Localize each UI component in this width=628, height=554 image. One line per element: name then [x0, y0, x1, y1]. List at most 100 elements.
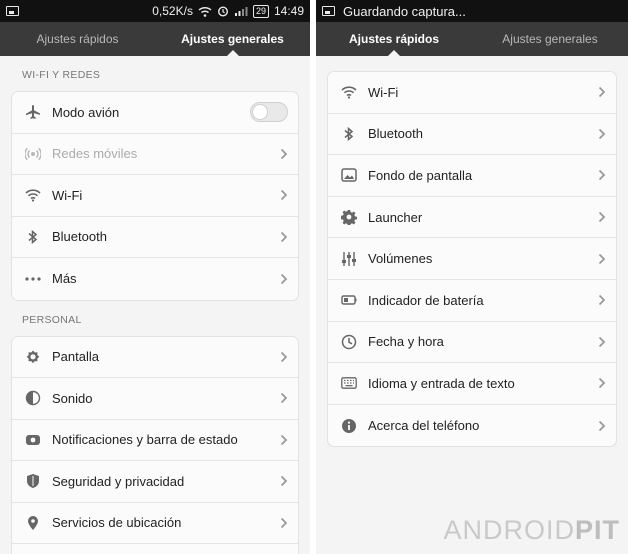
quick-item-date-time[interactable]: Fecha y hora	[328, 322, 616, 364]
quick-item-about-phone[interactable]: Acerca del teléfono	[328, 405, 616, 447]
chevron-right-icon	[598, 295, 606, 306]
quick-item-label: Launcher	[368, 209, 423, 225]
chevron-right-icon	[598, 336, 606, 347]
quick-settings-list: Wi-Fi Bluetooth Fondo de pantalla Launch…	[327, 71, 617, 448]
alarm-icon	[217, 6, 228, 17]
settings-item-label: Pantalla	[52, 349, 99, 365]
quick-item-label: Volúmenes	[368, 251, 433, 267]
status-bar: Guardando captura...	[316, 0, 628, 22]
quick-item-label: Fecha y hora	[368, 334, 444, 350]
network-speed: 0,52K/s	[152, 4, 193, 18]
quick-item-label: Idioma y entrada de texto	[368, 375, 515, 391]
battery-level: 29	[252, 4, 269, 18]
quick-item-wallpaper[interactable]: Fondo de pantalla	[328, 155, 616, 197]
settings-item-label: Redes móviles	[52, 146, 138, 162]
toggle-knob	[252, 104, 268, 121]
settings-item-wifi[interactable]: Wi-Fi	[12, 175, 298, 217]
chevron-right-icon	[598, 211, 606, 223]
left-screen: 0,52K/s 29 14:49 Ajustes rápidos Ajustes…	[0, 0, 310, 554]
settings-item-label: Notificaciones y barra de estado	[52, 432, 238, 448]
notification-icon	[24, 431, 42, 449]
tab-general-settings[interactable]: Ajustes generales	[472, 22, 628, 56]
wifi-icon	[340, 83, 358, 101]
settings-item-more[interactable]: Más	[12, 258, 298, 300]
wifi-status-icon	[198, 6, 212, 17]
tab-quick-settings[interactable]: Ajustes rápidos	[316, 22, 472, 56]
watermark-part1: ANDROID	[443, 515, 575, 545]
chevron-right-icon	[280, 434, 288, 445]
battery-icon	[340, 291, 358, 309]
bluetooth-icon	[340, 125, 358, 143]
chevron-right-icon	[280, 231, 288, 242]
wifi-networks-list: Modo avión Redes móviles Wi-Fi Bluetooth…	[11, 91, 299, 301]
quick-item-bluetooth[interactable]: Bluetooth	[328, 114, 616, 156]
shield-icon	[24, 472, 42, 490]
settings-tabs: Ajustes rápidos Ajustes generales	[316, 22, 628, 56]
clock-icon	[340, 333, 358, 351]
chevron-right-icon	[598, 128, 606, 140]
chevron-right-icon	[598, 170, 606, 181]
speaker-icon	[24, 389, 42, 407]
clock: 14:49	[273, 4, 304, 18]
chevron-right-icon	[598, 378, 606, 389]
settings-item-display[interactable]: Pantalla	[12, 337, 298, 378]
settings-item-security[interactable]: Seguridad y privacidad	[12, 461, 298, 503]
quick-item-label: Acerca del teléfono	[368, 418, 480, 434]
quick-item-language-input[interactable]: Idioma y entrada de texto	[328, 363, 616, 405]
chevron-right-icon	[280, 393, 288, 404]
settings-item-label: Modo avión	[52, 104, 120, 120]
tab-quick-settings[interactable]: Ajustes rápidos	[0, 22, 155, 56]
quick-item-label: Fondo de pantalla	[368, 167, 473, 183]
tab-general-settings[interactable]: Ajustes generales	[155, 22, 310, 56]
settings-item-label: Más	[52, 271, 77, 287]
quick-item-label: Wi-Fi	[368, 84, 399, 100]
settings-item-label: Wi-Fi	[52, 187, 83, 203]
brightness-icon	[24, 348, 42, 366]
quick-item-launcher[interactable]: Launcher	[328, 197, 616, 239]
settings-item-location[interactable]: Servicios de ubicación	[12, 503, 298, 544]
quick-item-label: Bluetooth	[368, 126, 423, 142]
more-dots-icon	[24, 270, 42, 288]
keyboard-icon	[340, 374, 358, 392]
watermark-part2: PIT	[574, 515, 620, 545]
settings-item-bluetooth[interactable]: Bluetooth	[12, 217, 298, 258]
location-pin-icon	[24, 514, 42, 532]
settings-item-notifications[interactable]: Notificaciones y barra de estado	[12, 420, 298, 461]
gear-icon	[340, 208, 358, 226]
airplane-icon	[24, 103, 42, 121]
chevron-right-icon	[280, 351, 288, 362]
bluetooth-icon	[24, 228, 42, 246]
chevron-right-icon	[280, 190, 288, 201]
settings-item-label: Servicios de ubicación	[52, 515, 182, 531]
quick-item-label: Indicador de batería	[368, 292, 484, 308]
section-title-personal: PERSONAL	[22, 313, 82, 326]
quick-item-volumes[interactable]: Volúmenes	[328, 238, 616, 280]
settings-item-label: Sonido	[52, 390, 93, 406]
right-screen: Guardando captura... Ajustes rápidos Aju…	[316, 0, 628, 554]
settings-item-airplane-mode[interactable]: Modo avión	[12, 92, 298, 134]
wallpaper-icon	[340, 166, 358, 184]
androidpit-watermark: ANDROIDPIT	[443, 515, 620, 546]
status-icons: 0,52K/s 29 14:49	[152, 4, 304, 18]
status-notification-text: Guardando captura...	[343, 3, 466, 19]
settings-item-label: Bluetooth	[52, 229, 107, 245]
settings-item-mobile-networks[interactable]: Redes móviles	[12, 134, 298, 175]
quick-item-wifi[interactable]: Wi-Fi	[328, 72, 616, 114]
info-icon	[340, 417, 358, 435]
chevron-right-icon	[280, 148, 288, 159]
wifi-icon	[24, 186, 42, 204]
section-title-wifi-networks: WI-FI Y REDES	[22, 69, 101, 81]
personal-list: Pantalla Sonido Notificaciones y barra d…	[11, 335, 299, 554]
chevron-right-icon	[598, 420, 606, 431]
mobile-network-icon	[24, 145, 42, 163]
quick-item-battery-indicator[interactable]: Indicador de batería	[328, 280, 616, 322]
signal-icon	[234, 6, 248, 16]
screenshot-notification-icon	[322, 6, 335, 16]
chevron-right-icon	[598, 87, 606, 98]
chevron-right-icon	[280, 273, 288, 284]
status-bar: 0,52K/s 29 14:49	[0, 0, 310, 22]
settings-item-sound[interactable]: Sonido	[12, 378, 298, 420]
airplane-mode-toggle[interactable]	[250, 102, 288, 123]
chevron-right-icon	[280, 476, 288, 487]
screenshot-notification-icon	[6, 6, 19, 16]
